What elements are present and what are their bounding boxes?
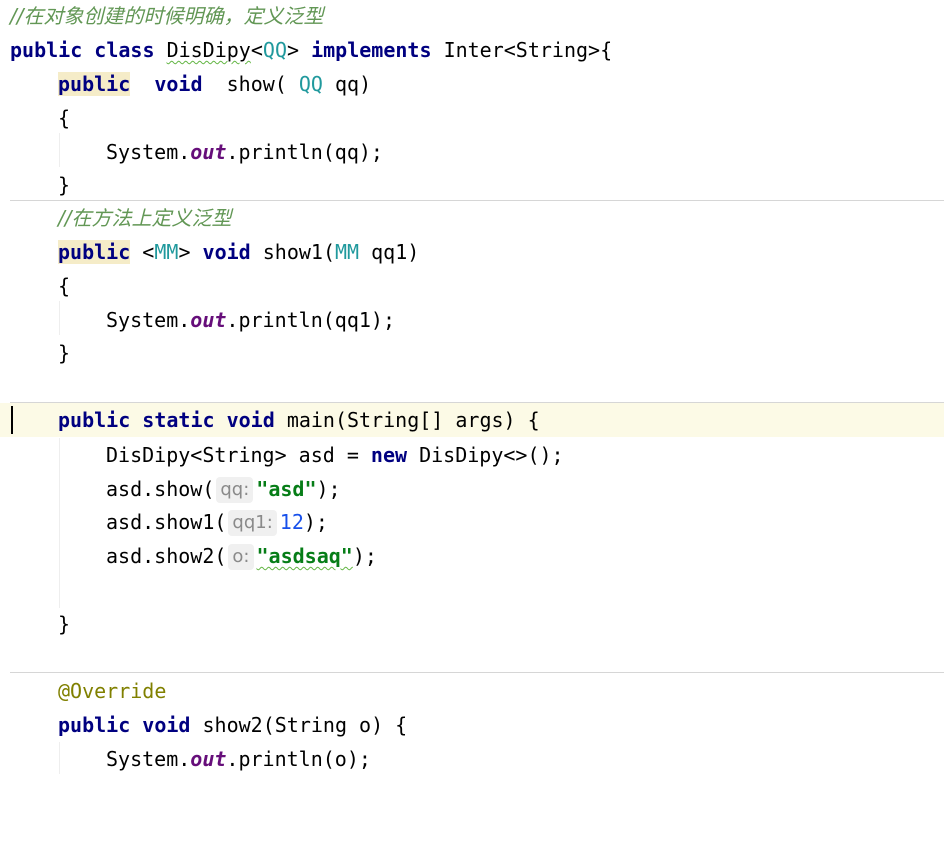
keyword-void: void: [154, 72, 203, 96]
comment: //在对象创建的时候明确，定义泛型: [10, 4, 324, 28]
code-line: public class DisDipy<QQ> implements Inte…: [0, 33, 944, 67]
code-editor[interactable]: //在对象创建的时候明确，定义泛型 public class DisDipy<Q…: [0, 0, 944, 774]
code-line: @Override: [0, 674, 944, 708]
code-line: System.out.println(qq1);: [0, 303, 944, 337]
println-statement: System.out.println(o);: [106, 747, 371, 771]
method-separator: [10, 672, 944, 673]
type-parameter[interactable]: QQ: [263, 38, 287, 62]
code-line: DisDipy<String> asd = new DisDipy<>();: [0, 438, 944, 472]
keyword-static: static: [142, 408, 215, 432]
code-line: public <MM> void show1(MM qq1): [0, 235, 944, 269]
class-declaration: public class DisDipy<QQ> implements Inte…: [10, 33, 612, 67]
println-statement: System.out.println(qq1);: [106, 308, 395, 332]
method-signature-show1: public <MM> void show1(MM qq1): [58, 240, 420, 264]
code-line: }: [0, 607, 944, 641]
open-brace: {: [58, 274, 71, 298]
keyword-implements: implements: [311, 38, 432, 62]
class-name[interactable]: DisDipy: [167, 38, 251, 62]
code-line: System.out.println(qq);: [0, 135, 944, 169]
code-line: {: [0, 101, 944, 135]
keyword-new: new: [370, 443, 408, 467]
code-line: public void show2(String o) {: [0, 708, 944, 742]
call-statement: asd.show(qq: "asd");: [106, 477, 341, 503]
comment: //在方法上定义泛型: [58, 206, 232, 230]
keyword-void: void: [226, 408, 275, 432]
code-line: //在对象创建的时候明确，定义泛型: [0, 0, 944, 33]
annotation: @Override: [58, 679, 167, 703]
interface-name[interactable]: Inter<String>{: [444, 38, 613, 62]
keyword-public: public: [58, 713, 131, 737]
string-literal: "asd": [256, 477, 317, 501]
keyword-public: public: [58, 72, 131, 96]
method-signature-show2: public void show2(String o) {: [58, 708, 407, 742]
field-out: out: [190, 747, 227, 771]
method-signature-show: public void show( QQ qq): [58, 67, 371, 101]
field-out: out: [190, 308, 227, 332]
declaration-statement: DisDipy<String> asd = new DisDipy<>();: [106, 443, 564, 467]
parameter-hint: qq1:: [228, 510, 277, 536]
close-brace: }: [58, 173, 71, 197]
open-brace: {: [58, 106, 71, 130]
generic-open: <: [250, 38, 263, 62]
string-literal: "asdsaq": [256, 544, 353, 568]
code-line: }: [0, 168, 944, 202]
println-statement: System.out.println(qq);: [106, 140, 383, 164]
code-line: //在方法上定义泛型: [0, 201, 944, 235]
method-name-show[interactable]: show(: [227, 72, 287, 96]
method-name-show1[interactable]: show1(: [263, 240, 335, 264]
code-line: asd.show2(o: "asdsaq");: [0, 539, 944, 573]
keyword-public: public: [58, 408, 131, 432]
code-line: asd.show1(qq1: 12);: [0, 505, 944, 539]
code-line: asd.show(qq: "asd");: [0, 472, 944, 506]
keyword-public: public: [58, 240, 131, 264]
method-name-main[interactable]: main(String[] args) {: [287, 408, 540, 432]
type-parameter: QQ: [298, 72, 323, 96]
keyword-public: public: [10, 38, 83, 62]
method-signature-main: public static void main(String[] args) {: [58, 403, 540, 437]
method-name-show2[interactable]: show2(String o) {: [203, 713, 408, 737]
field-out: out: [190, 140, 227, 164]
parameter-hint: qq:: [216, 477, 254, 503]
call-statement: asd.show1(qq1: 12);: [106, 510, 328, 536]
code-line: public void show( QQ qq): [0, 67, 944, 101]
close-brace: }: [58, 341, 71, 365]
keyword-void: void: [202, 240, 251, 264]
type-parameter: MM: [335, 240, 360, 264]
code-line: System.out.println(o);: [0, 742, 944, 776]
code-line: }: [0, 336, 944, 370]
parameter: qq1): [371, 240, 420, 264]
type-parameter: MM: [154, 240, 179, 264]
keyword-void: void: [142, 713, 191, 737]
current-line[interactable]: public static void main(String[] args) {: [0, 403, 944, 437]
parameter-hint: o:: [228, 544, 254, 570]
text-caret: [11, 406, 13, 434]
parameter: qq): [335, 72, 372, 96]
number-literal: 12: [279, 510, 304, 534]
code-line: {: [0, 269, 944, 303]
keyword-class: class: [94, 38, 155, 62]
close-brace: }: [58, 612, 71, 636]
generic-close: >: [287, 38, 300, 62]
call-statement: asd.show2(o: "asdsaq");: [106, 544, 377, 570]
